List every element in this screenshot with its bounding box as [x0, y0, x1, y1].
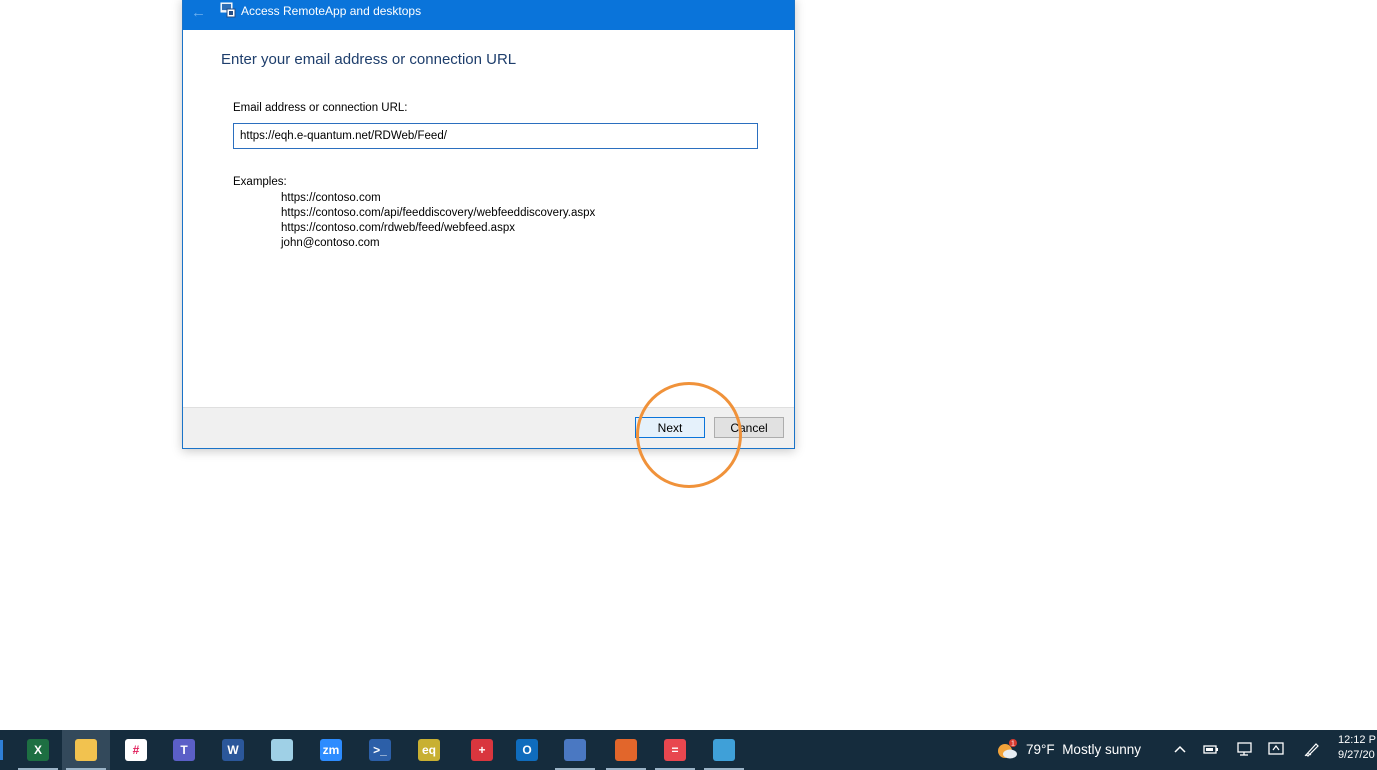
weather-widget[interactable]: 79°F Mostly sunny — [1026, 742, 1141, 757]
chevron-up-icon[interactable] — [1171, 740, 1189, 758]
taskbar-button[interactable] — [258, 730, 306, 770]
taskbar-button[interactable]: zm — [307, 730, 355, 770]
remote-desktop-connection-icon — [564, 739, 586, 761]
taskbar-button[interactable]: O — [503, 730, 551, 770]
eq-app-icon: eq — [418, 739, 440, 761]
back-arrow-icon[interactable]: ← — [191, 5, 207, 21]
taskbar-button[interactable]: = — [651, 730, 699, 770]
red-app-icon: = — [664, 739, 686, 761]
next-button[interactable]: Next — [635, 417, 705, 438]
taskbar-button[interactable] — [551, 730, 599, 770]
clock-date: 9/27/20 — [1338, 749, 1375, 761]
remoteapp-icon — [713, 739, 735, 761]
example-item: https://contoso.com/api/feeddiscovery/we… — [281, 207, 596, 219]
taskbar-clock[interactable]: 12:12 P 9/27/20 — [1338, 733, 1376, 763]
support-agent-icon — [615, 739, 637, 761]
teams-icon: T — [173, 739, 195, 761]
dialog-title: Access RemoteApp and desktops — [241, 4, 422, 18]
start-edge-indicator — [0, 740, 3, 760]
example-item: john@contoso.com — [281, 237, 380, 249]
examples-label: Examples: — [233, 176, 287, 188]
dialog-footer: Next Cancel — [183, 407, 794, 448]
example-item: https://contoso.com/rdweb/feed/webfeed.a… — [281, 222, 515, 234]
network-icon[interactable] — [1236, 740, 1254, 758]
outlook-icon: O — [516, 739, 538, 761]
display-settings-icon[interactable] — [1267, 740, 1285, 758]
cancel-button[interactable]: Cancel — [714, 417, 784, 438]
taskbar-button[interactable]: # — [112, 730, 160, 770]
taskbar-button[interactable] — [602, 730, 650, 770]
file-explorer-icon — [75, 739, 97, 761]
powershell-icon: >_ — [369, 739, 391, 761]
taskbar-button[interactable]: X — [14, 730, 62, 770]
url-input[interactable] — [233, 123, 758, 149]
url-field-label: Email address or connection URL: — [233, 102, 408, 114]
taskbar-button[interactable] — [62, 730, 110, 770]
slack-icon: # — [125, 739, 147, 761]
notes-icon — [271, 739, 293, 761]
taskbar-button[interactable]: eq — [405, 730, 453, 770]
taskbar-button[interactable]: >_ — [356, 730, 404, 770]
excel-icon: X — [27, 739, 49, 761]
page-heading: Enter your email address or connection U… — [221, 51, 517, 68]
remote-tools-icon: + — [471, 739, 493, 761]
word-icon: W — [222, 739, 244, 761]
remoteapp-title-icon — [220, 2, 236, 18]
example-item: https://contoso.com — [281, 192, 381, 204]
taskbar-button[interactable] — [700, 730, 748, 770]
remoteapp-dialog: ← Access RemoteApp and desktops Enter yo… — [182, 0, 795, 449]
weather-temp: 79°F — [1026, 742, 1055, 757]
taskbar-button[interactable]: T — [160, 730, 208, 770]
taskbar-button[interactable]: + — [458, 730, 506, 770]
weather-sun-cloud-icon[interactable]: 1 — [996, 739, 1018, 761]
examples-list: https://contoso.com https://contoso.com/… — [281, 191, 595, 251]
dialog-titlebar: ← Access RemoteApp and desktops — [183, 0, 794, 30]
pen-icon[interactable] — [1303, 740, 1321, 758]
weather-condition: Mostly sunny — [1062, 742, 1141, 757]
zoom-icon: zm — [320, 739, 342, 761]
battery-icon[interactable] — [1202, 740, 1220, 758]
weather-alert-count: 1 — [1011, 741, 1015, 748]
clock-time: 12:12 P — [1338, 734, 1376, 746]
taskbar-button[interactable]: W — [209, 730, 257, 770]
